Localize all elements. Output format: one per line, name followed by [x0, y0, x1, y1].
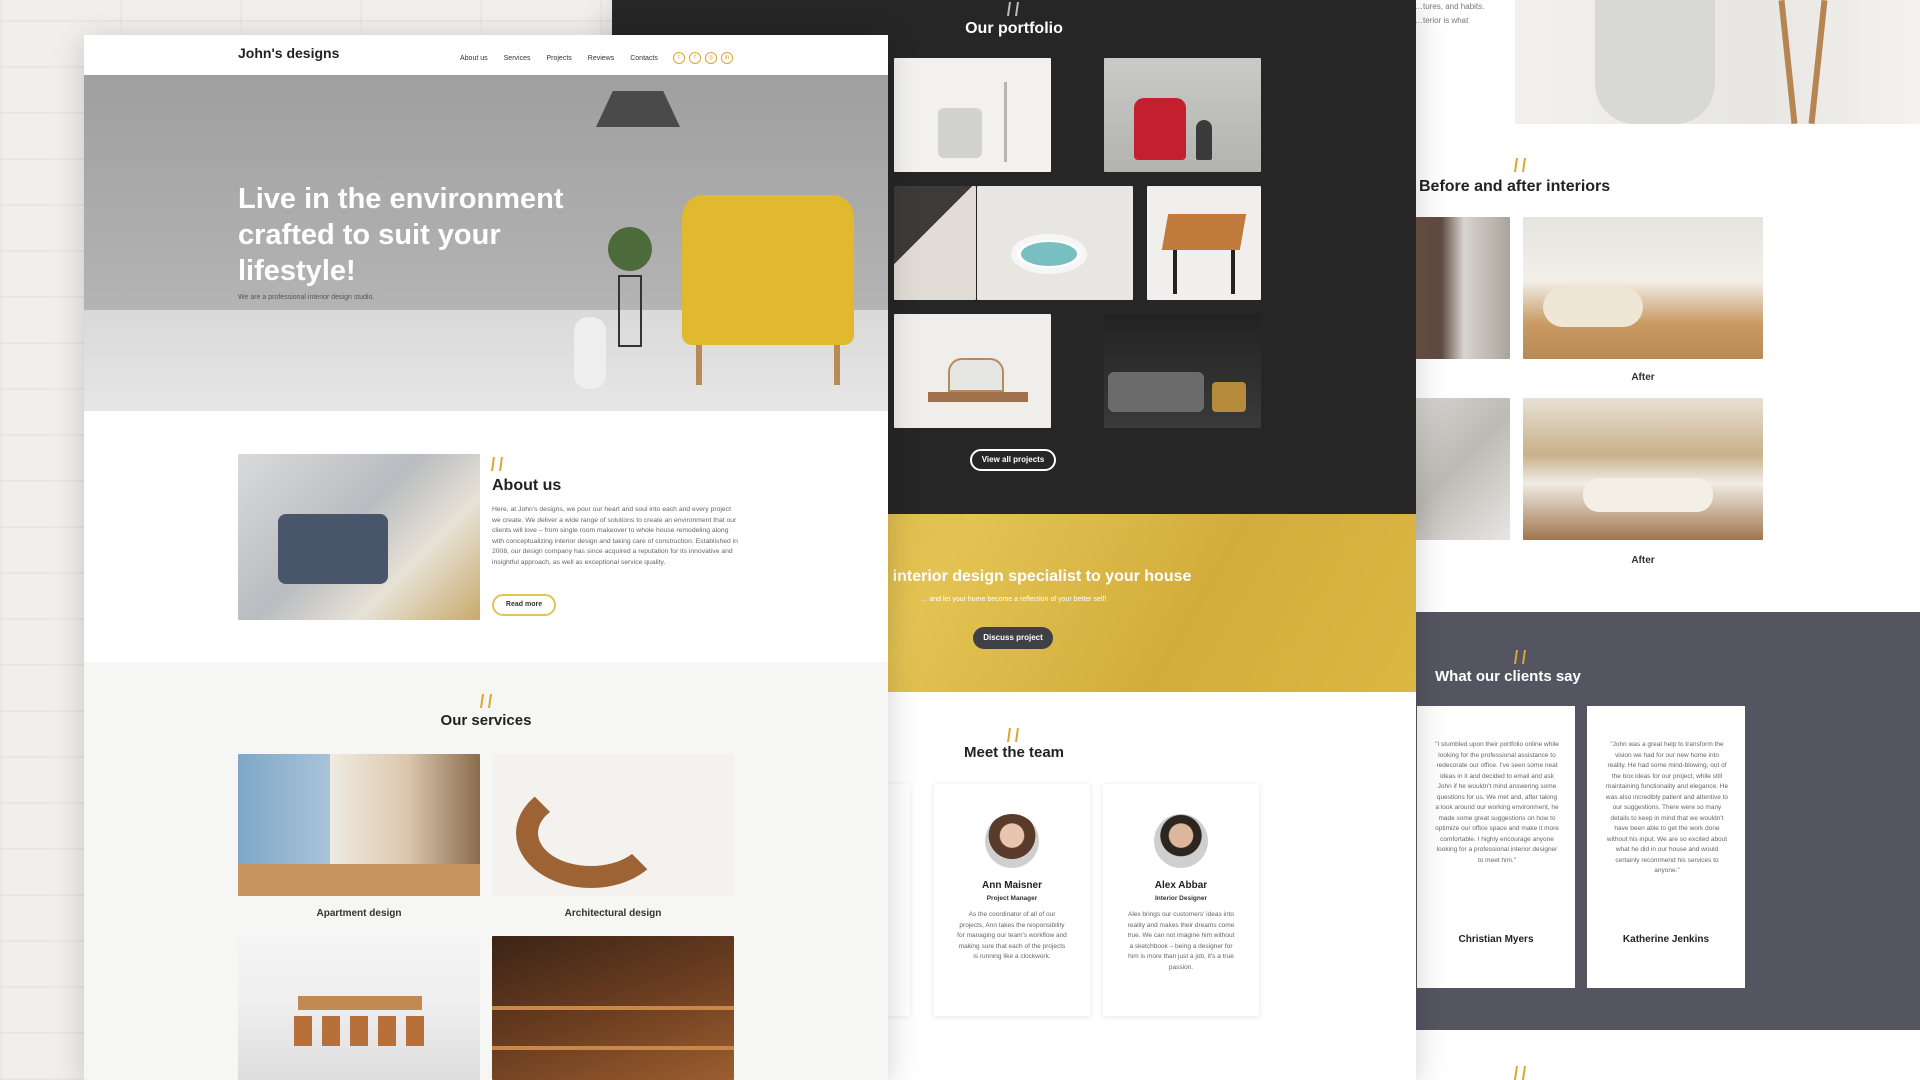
testimonial-author: Katherine Jenkins [1622, 934, 1710, 945]
service-image-lighting[interactable] [492, 936, 734, 1080]
team-card: Ann Maisner Project Manager As the coord… [934, 784, 1090, 1016]
testimonial-text: "I stumbled upon their portfolio online … [1435, 741, 1559, 864]
left-page: John's designs About us Services Project… [84, 35, 888, 1080]
linkedin-icon[interactable]: in [721, 52, 733, 64]
avatar [1154, 814, 1208, 868]
avatar [985, 814, 1039, 868]
accent-mark [1514, 1066, 1526, 1080]
portfolio-image[interactable] [894, 58, 1051, 172]
testimonial-author: Christian Myers [1458, 934, 1534, 945]
right-page: …tures, and habits. …terior is what Befo… [1395, 0, 1920, 1080]
service-image-apartment[interactable] [238, 754, 480, 896]
team-member-name: Ann Maisner [981, 880, 1042, 891]
before-after-title: Before and after interiors [1419, 178, 1611, 195]
team-member-name: Alex Abbar [1154, 880, 1208, 891]
chair-photo-top [1515, 0, 1920, 124]
portfolio-image[interactable] [1104, 314, 1261, 428]
accent-mark [1007, 728, 1019, 742]
read-more-button[interactable]: Read more [492, 594, 556, 616]
service-label: Apartment design [316, 908, 402, 919]
view-all-projects-button[interactable]: View all projects [970, 449, 1056, 471]
social-icons: t f ◎ in [673, 52, 733, 64]
clients-title: What our clients say [1435, 668, 1581, 685]
services-title: Our services [440, 712, 532, 729]
accent-mark [491, 457, 503, 471]
nav-bar: About us Services Projects Reviews Conta… [460, 55, 658, 62]
brand-logo[interactable]: John's designs [238, 45, 339, 61]
nav-about[interactable]: About us [460, 55, 488, 62]
yellow-armchair [682, 195, 854, 345]
hero-title: Live in the environment crafted to suit … [238, 183, 564, 287]
portfolio-image[interactable] [894, 186, 976, 300]
accent-mark [1007, 2, 1019, 16]
after-label-1: After [1631, 372, 1655, 383]
portfolio-image[interactable] [894, 314, 1051, 428]
service-image-architectural[interactable] [492, 754, 734, 896]
about-photo [238, 454, 480, 620]
nav-services[interactable]: Services [504, 55, 531, 62]
services-section: Our services Apartment design Architectu… [84, 662, 888, 1080]
about-text: Here, at John's designs, we pour our hea… [492, 506, 738, 566]
service-label: Architectural design [564, 908, 662, 919]
accent-mark [1514, 650, 1526, 664]
testimonial-card: "I stumbled upon their portfolio online … [1417, 706, 1575, 988]
pendant-lamp [596, 91, 680, 127]
nav-reviews[interactable]: Reviews [588, 55, 614, 62]
after-photo-1 [1523, 217, 1763, 359]
portfolio-image[interactable] [1147, 186, 1261, 300]
discuss-project-button[interactable]: Discuss project [973, 627, 1053, 649]
team-member-bio: As the coordinator of all of our project… [957, 911, 1067, 960]
nav-projects[interactable]: Projects [546, 55, 571, 62]
testimonial-text: "John was a great help to transform the … [1605, 741, 1729, 874]
instagram-icon[interactable]: ◎ [705, 52, 717, 64]
clients-section: What our clients say "I stumbled upon th… [1395, 612, 1920, 1030]
facebook-icon[interactable]: f [689, 52, 701, 64]
hero-subtitle: We are a professional interior design st… [238, 294, 375, 301]
team-member-bio: Alex brings our customers' ideas into re… [1127, 911, 1235, 971]
hero-section: Live in the environment crafted to suit … [84, 75, 888, 411]
accent-mark [480, 694, 492, 708]
after-label-2: After [1631, 555, 1655, 566]
banner-title: r interior design specialist to your hou… [882, 568, 1192, 585]
team-card: Alex Abbar Interior Designer Alex brings… [1103, 784, 1259, 1016]
accent-mark [1514, 158, 1526, 172]
top-text: …tures, and habits. …terior is what [1415, 2, 1485, 25]
nav-contacts[interactable]: Contacts [630, 55, 658, 62]
service-image-office[interactable] [238, 936, 480, 1080]
team-member-role: Project Manager [986, 895, 1038, 902]
team-member-role: Interior Designer [1154, 895, 1207, 902]
twitter-icon[interactable]: t [673, 52, 685, 64]
about-title: About us [492, 477, 562, 494]
after-photo-2 [1523, 398, 1763, 540]
portfolio-image[interactable] [1104, 58, 1261, 172]
portfolio-image[interactable] [977, 186, 1133, 300]
testimonial-card: "John was a great help to transform the … [1587, 706, 1745, 988]
